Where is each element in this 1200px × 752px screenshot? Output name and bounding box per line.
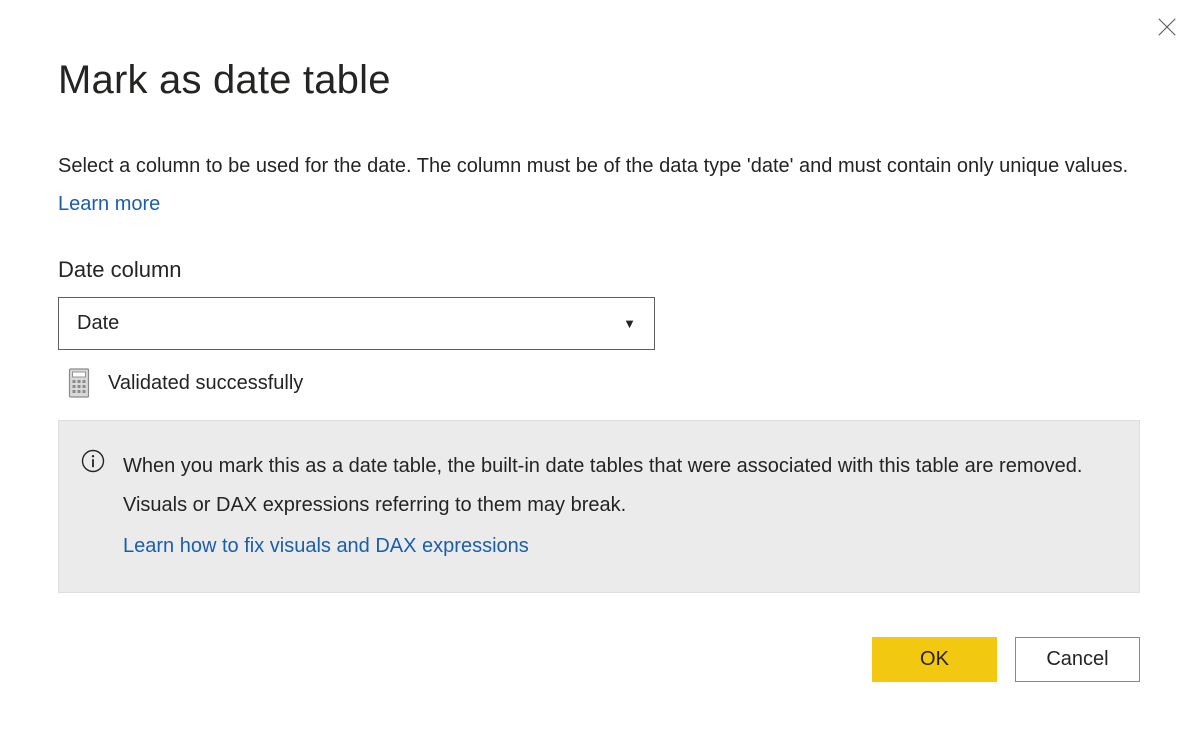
info-text: When you mark this as a date table, the … — [123, 455, 1082, 516]
chevron-down-icon: ▼ — [623, 316, 636, 331]
dialog-title: Mark as date table — [58, 58, 1140, 103]
date-column-label: Date column — [58, 257, 1140, 283]
info-learn-link[interactable]: Learn how to fix visuals and DAX express… — [123, 527, 1117, 566]
learn-more-link[interactable]: Learn more — [58, 193, 160, 215]
info-content: When you mark this as a date table, the … — [123, 447, 1117, 566]
date-column-selected-value: Date — [77, 312, 119, 335]
cancel-button[interactable]: Cancel — [1015, 637, 1140, 682]
validation-message: Validated successfully — [108, 372, 303, 395]
close-button[interactable] — [1152, 14, 1182, 44]
dialog-description-text: Select a column to be used for the date.… — [58, 155, 1128, 177]
dialog-description: Select a column to be used for the date.… — [58, 147, 1140, 223]
validation-row: Validated successfully — [68, 368, 1140, 398]
ok-button[interactable]: OK — [872, 637, 997, 682]
close-icon — [1156, 16, 1178, 43]
info-icon — [81, 449, 105, 566]
info-box: When you mark this as a date table, the … — [58, 420, 1140, 593]
calculator-icon — [68, 368, 90, 398]
dialog-buttons: OK Cancel — [58, 637, 1140, 682]
date-column-select[interactable]: Date ▼ — [58, 297, 655, 350]
mark-as-date-table-dialog: Mark as date table Select a column to be… — [0, 0, 1200, 682]
